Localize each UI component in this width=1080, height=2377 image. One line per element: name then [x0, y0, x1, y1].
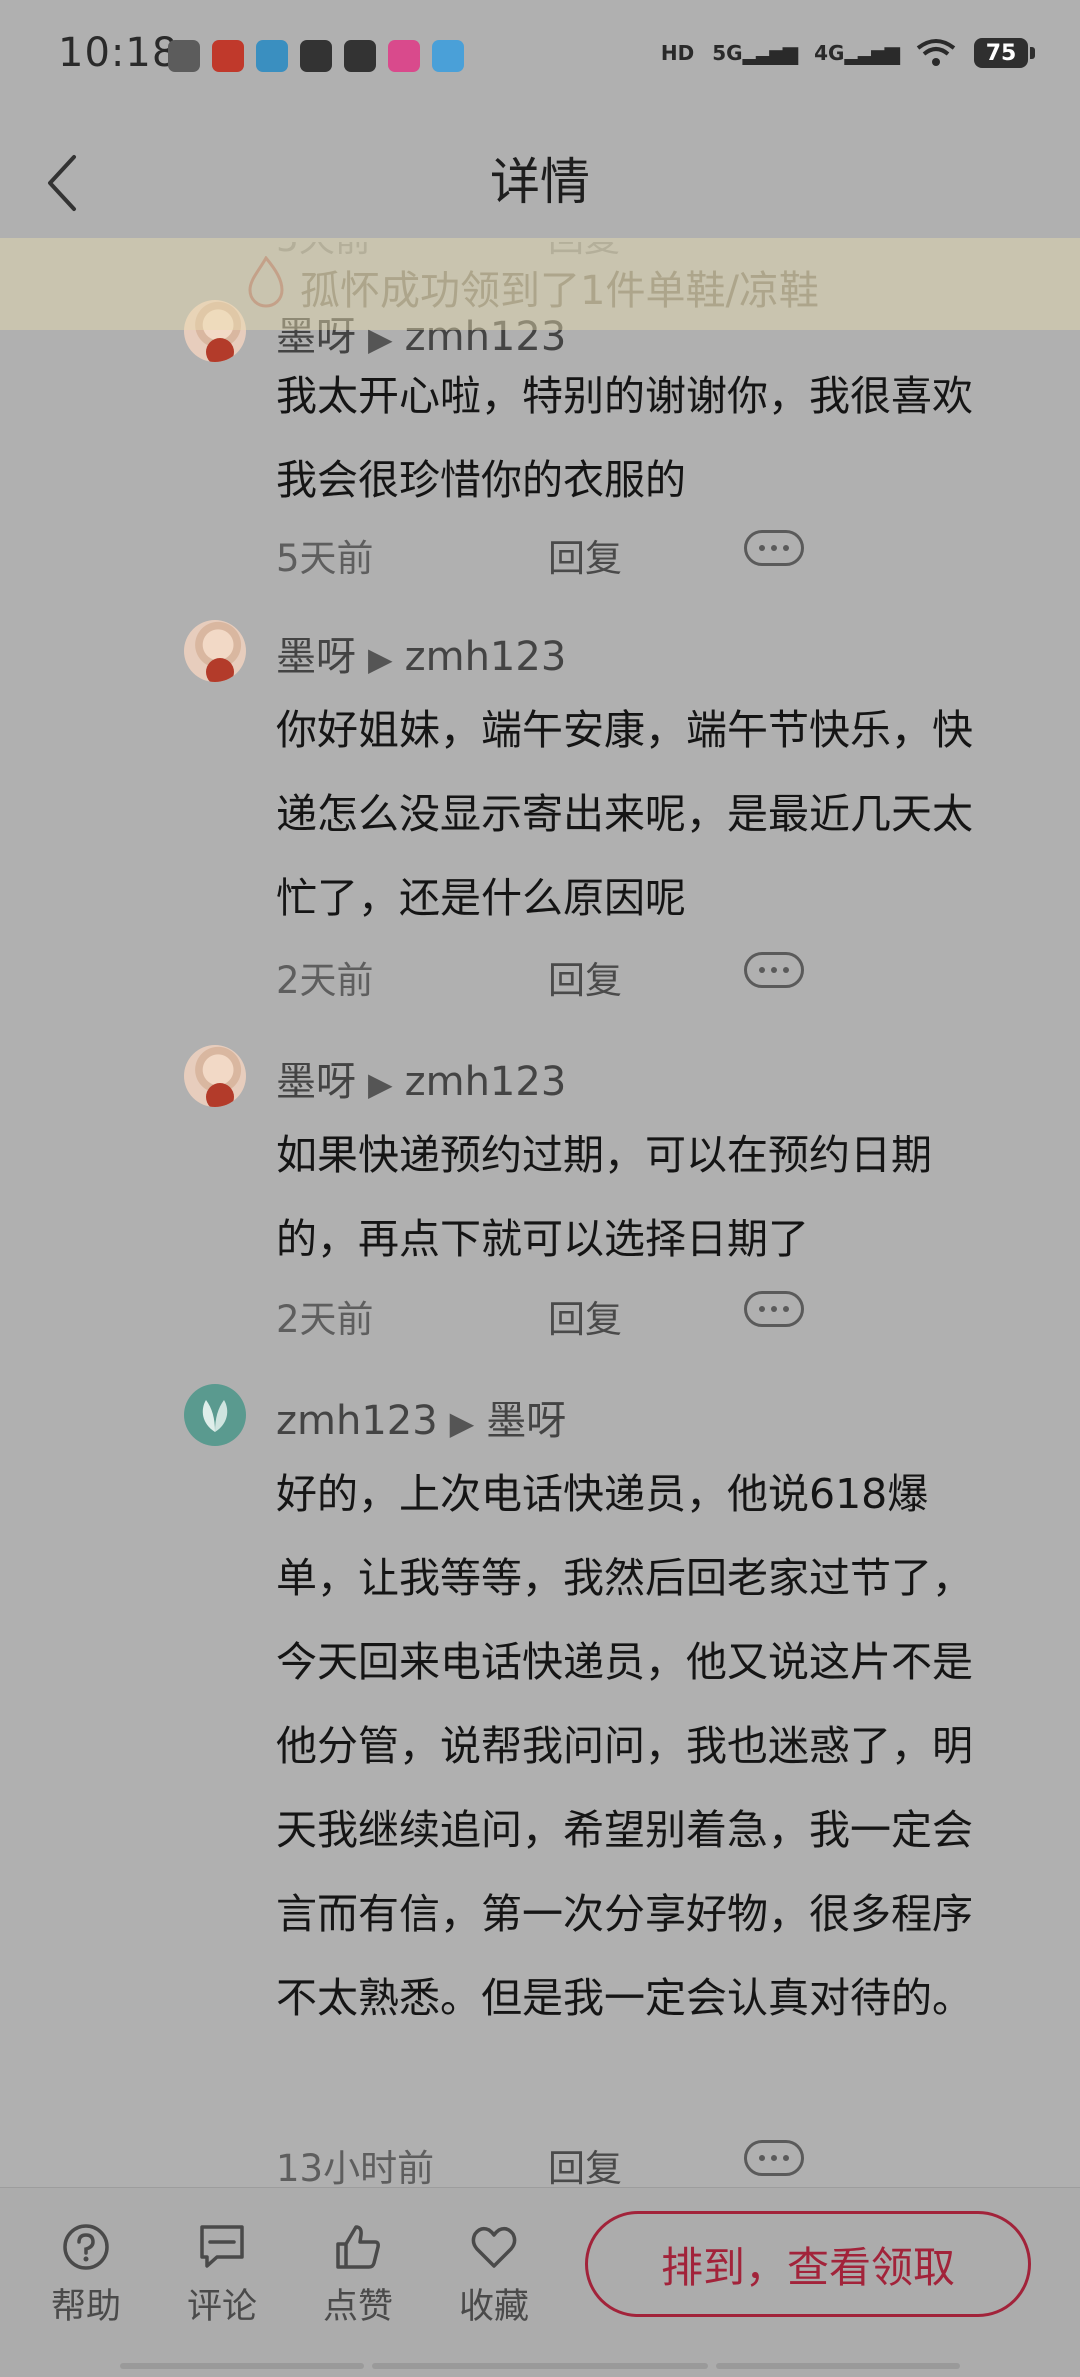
wechat-icon [168, 40, 200, 72]
battery-icon: 75 [974, 38, 1035, 68]
comment-meta: 5天前 回复 [276, 528, 836, 580]
reply-button[interactable]: 回复 [548, 950, 622, 1004]
comment-time: 5天前 [276, 537, 374, 580]
hd-icon: HD [660, 41, 695, 65]
comment-meta: 2天前 回复 [276, 950, 836, 1002]
flame-icon [248, 256, 284, 308]
status-right: HD 5G▂▃▅▆ 4G▂▃▅▆ 75 [660, 38, 1035, 68]
more-options-icon[interactable] [744, 1291, 804, 1327]
favorite-button[interactable]: 收藏 [444, 2222, 544, 2329]
comment-text: 如果快递预约过期，可以在预约日期的，再点下就可以选择日期了 [276, 1131, 932, 1263]
more-options-icon[interactable] [744, 530, 804, 566]
signal-4g-icon: 4G▂▃▅▆ [814, 41, 900, 65]
like-button[interactable]: 点赞 [308, 2222, 408, 2329]
wifi-icon [916, 39, 956, 66]
reply-to-name[interactable]: 墨呀 [486, 1398, 566, 1444]
comment-meta: 13小时前 回复 [276, 2138, 836, 2187]
more-options-icon[interactable] [744, 952, 804, 988]
reply-button[interactable]: 回复 [548, 2138, 622, 2187]
battery-level: 75 [985, 40, 1017, 66]
reply-to-name[interactable]: zmh123 [405, 634, 567, 680]
reply-arrow-icon: ▶ [449, 1404, 475, 1442]
reply-to-name[interactable]: zmh123 [405, 1059, 567, 1105]
comment-button[interactable]: 评论 [172, 2222, 272, 2329]
signal-5g-label: 5G [712, 41, 743, 65]
reply-arrow-icon: ▶ [368, 1065, 393, 1103]
shopping-618-icon [212, 40, 244, 72]
leaf-avatar-icon [202, 1400, 228, 1432]
author-name[interactable]: zmh123 [276, 1398, 438, 1444]
comment-header: 墨呀 ▶ zmh123 [276, 624, 566, 682]
reply-arrow-icon: ▶ [368, 640, 393, 678]
player-app-icon [344, 40, 376, 72]
comment-time: 13小时前 [276, 2147, 435, 2187]
notification-text: 孤怀成功领到了1件单鞋/凉鞋 [300, 268, 819, 314]
comment-time: 2天前 [276, 959, 374, 1002]
author-name[interactable]: 墨呀 [276, 634, 356, 680]
nav-gesture-bar [120, 2363, 364, 2369]
nav-gesture-bar [716, 2363, 960, 2369]
avatar[interactable] [184, 1384, 246, 1446]
heart-icon [471, 2226, 517, 2268]
claim-notification-banner: 孤怀成功领到了1件单鞋/凉鞋 [0, 238, 1080, 330]
comment-thread[interactable]: 5天前 回复 墨呀 ▶ zmh123 我太开心啦，特别的谢谢你，我很喜欢我会很珍惜你… [0, 242, 1080, 2187]
more-options-icon[interactable] [744, 2140, 804, 2176]
comment-meta: 2天前 回复 [276, 1289, 836, 1341]
signal-4g-label: 4G [814, 41, 845, 65]
status-bar: 10:18 HD 5G▂▃▅▆ 4G▂▃▅▆ 75 [0, 0, 1080, 118]
avatar[interactable] [184, 620, 246, 682]
top-nav: 详情 [0, 118, 1080, 242]
video-app-icon [300, 40, 332, 72]
like-label: 点赞 [322, 2287, 393, 2327]
comment-time: 2天前 [276, 1298, 374, 1341]
bottom-action-bar: 帮助 评论 点赞 收藏 排到，查看领取 [0, 2187, 1080, 2377]
reply-button[interactable]: 回复 [548, 528, 622, 582]
author-name[interactable]: 墨呀 [276, 1059, 356, 1105]
radio-app-icon [432, 40, 464, 72]
thumbs-up-icon [336, 2225, 380, 2269]
comment-header: zmh123 ▶ 墨呀 [276, 1388, 566, 1446]
help-button[interactable]: 帮助 [36, 2222, 136, 2329]
help-label: 帮助 [50, 2287, 121, 2327]
comment-header: 墨呀 ▶ zmh123 [276, 1049, 566, 1107]
nav-gesture-bar [372, 2363, 708, 2369]
store-app-icon [388, 40, 420, 72]
favorite-label: 收藏 [458, 2287, 529, 2327]
comment-text: 我太开心啦，特别的谢谢你，我很喜欢我会很珍惜你的衣服的 [276, 372, 973, 504]
eleme-icon [256, 40, 288, 72]
comment-label: 评论 [186, 2287, 257, 2327]
signal-5g-icon: 5G▂▃▅▆ [712, 41, 798, 65]
page-title: 详情 [490, 153, 590, 211]
comment-icon [200, 2225, 244, 2268]
comment-text: 好的，上次电话快递员，他说618爆单，让我等等，我然后回老家过节了，今天回来电话… [276, 1470, 973, 2022]
reply-button[interactable]: 回复 [548, 1289, 622, 1343]
status-time: 10:18 [58, 30, 179, 76]
comment-text: 你好姐妹，端午安康，端午节快乐，快递怎么没显示寄出来呢，是最近几天太忙了，还是什… [276, 706, 973, 922]
notification-icons [168, 40, 464, 72]
view-claim-button[interactable]: 排到，查看领取 [585, 2211, 1031, 2317]
help-icon [63, 2224, 109, 2270]
avatar[interactable] [184, 1045, 246, 1107]
